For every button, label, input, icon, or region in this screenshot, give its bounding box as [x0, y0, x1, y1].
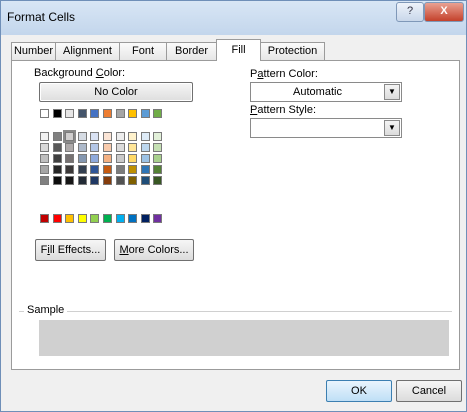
background-color-label: Background Color:: [34, 67, 126, 79]
no-color-button[interactable]: No Color: [39, 82, 193, 102]
color-swatch[interactable]: [90, 165, 100, 174]
color-swatch[interactable]: [77, 143, 87, 152]
tab-number[interactable]: Number: [11, 42, 56, 60]
color-swatch[interactable]: [128, 176, 138, 185]
color-swatch[interactable]: [52, 176, 62, 185]
color-swatch[interactable]: [115, 165, 125, 174]
color-swatch[interactable]: [153, 132, 163, 141]
color-swatch[interactable]: [52, 132, 62, 141]
color-swatch[interactable]: [128, 154, 138, 163]
color-swatch[interactable]: [77, 176, 87, 185]
color-swatch[interactable]: [40, 109, 49, 118]
color-swatch[interactable]: [128, 132, 138, 141]
color-swatch[interactable]: [103, 154, 112, 163]
color-swatch[interactable]: [90, 132, 100, 141]
pattern-color-select[interactable]: Automatic ▼: [250, 82, 402, 102]
color-swatch[interactable]: [77, 165, 87, 174]
color-swatch[interactable]: [115, 176, 125, 185]
color-swatch[interactable]: [103, 214, 112, 223]
color-swatch[interactable]: [140, 165, 150, 174]
color-swatch[interactable]: [128, 109, 138, 118]
color-swatch[interactable]: [140, 176, 150, 185]
ok-button[interactable]: OK: [326, 380, 392, 402]
color-swatch[interactable]: [40, 132, 49, 141]
color-swatch[interactable]: [103, 143, 112, 152]
color-swatch[interactable]: [40, 165, 49, 174]
cancel-button[interactable]: Cancel: [396, 380, 462, 402]
pattern-color-label: Pattern Color:: [250, 68, 318, 80]
sample-preview: [39, 320, 449, 356]
color-swatch[interactable]: [153, 176, 163, 185]
color-swatch[interactable]: [128, 165, 138, 174]
color-swatch[interactable]: [52, 154, 62, 163]
color-swatch[interactable]: [40, 176, 49, 185]
color-swatch[interactable]: [103, 176, 112, 185]
color-swatch[interactable]: [52, 109, 62, 118]
color-swatch[interactable]: [103, 109, 112, 118]
color-swatch[interactable]: [103, 132, 112, 141]
pattern-color-value: Automatic: [293, 86, 342, 98]
color-swatch[interactable]: [140, 132, 150, 141]
close-button[interactable]: X: [424, 2, 464, 22]
color-swatch[interactable]: [115, 214, 125, 223]
chevron-down-icon[interactable]: ▼: [384, 84, 400, 100]
color-swatch[interactable]: [77, 132, 87, 141]
color-swatch[interactable]: [65, 165, 75, 174]
color-swatch[interactable]: [52, 165, 62, 174]
color-swatch[interactable]: [140, 143, 150, 152]
color-swatch[interactable]: [65, 214, 75, 223]
chevron-down-icon[interactable]: ▼: [384, 120, 400, 136]
color-swatch[interactable]: [140, 109, 150, 118]
color-swatch[interactable]: [65, 109, 75, 118]
color-swatch[interactable]: [128, 143, 138, 152]
sample-label: Sample: [24, 304, 68, 316]
color-swatch[interactable]: [115, 154, 125, 163]
fill-panel: Background Color: No Color Fill Effects.…: [11, 60, 460, 370]
color-swatch[interactable]: [115, 132, 125, 141]
color-swatch[interactable]: [140, 214, 150, 223]
color-swatch[interactable]: [40, 154, 49, 163]
color-swatch[interactable]: [90, 143, 100, 152]
color-swatch[interactable]: [153, 214, 163, 223]
format-cells-dialog: Format Cells ? X Number Alignment Font B…: [0, 0, 467, 412]
tab-border[interactable]: Border: [166, 42, 217, 60]
tab-font[interactable]: Font: [119, 42, 167, 60]
color-swatch[interactable]: [103, 165, 112, 174]
color-swatch[interactable]: [52, 214, 62, 223]
fill-effects-button[interactable]: Fill Effects...: [35, 239, 106, 261]
tab-protection[interactable]: Protection: [260, 42, 325, 60]
tab-fill[interactable]: Fill: [216, 39, 261, 61]
color-swatch[interactable]: [90, 176, 100, 185]
color-swatch[interactable]: [65, 176, 75, 185]
color-swatch[interactable]: [90, 214, 100, 223]
pattern-style-value: [251, 119, 384, 137]
help-button[interactable]: ?: [396, 2, 424, 22]
color-swatch[interactable]: [63, 130, 77, 143]
color-swatch[interactable]: [52, 143, 62, 152]
color-swatch[interactable]: [115, 109, 125, 118]
title-bar[interactable]: Format Cells ? X: [1, 1, 466, 35]
color-swatch[interactable]: [140, 154, 150, 163]
color-swatch[interactable]: [77, 109, 87, 118]
color-swatch[interactable]: [153, 165, 163, 174]
pattern-style-label: Pattern Style:: [250, 104, 317, 116]
color-swatch[interactable]: [115, 143, 125, 152]
more-colors-button[interactable]: More Colors...: [114, 239, 194, 261]
color-swatch[interactable]: [128, 214, 138, 223]
color-swatch[interactable]: [65, 154, 75, 163]
color-swatch[interactable]: [90, 154, 100, 163]
color-swatch[interactable]: [77, 154, 87, 163]
color-swatch[interactable]: [77, 214, 87, 223]
color-swatch[interactable]: [40, 214, 49, 223]
tab-alignment[interactable]: Alignment: [55, 42, 120, 60]
color-swatch[interactable]: [65, 143, 75, 152]
color-swatch[interactable]: [153, 109, 163, 118]
color-swatch[interactable]: [40, 143, 49, 152]
color-swatch[interactable]: [153, 154, 163, 163]
dialog-title: Format Cells: [7, 10, 76, 24]
pattern-style-select[interactable]: ▼: [250, 118, 402, 138]
color-swatch[interactable]: [90, 109, 100, 118]
color-swatch[interactable]: [153, 143, 163, 152]
